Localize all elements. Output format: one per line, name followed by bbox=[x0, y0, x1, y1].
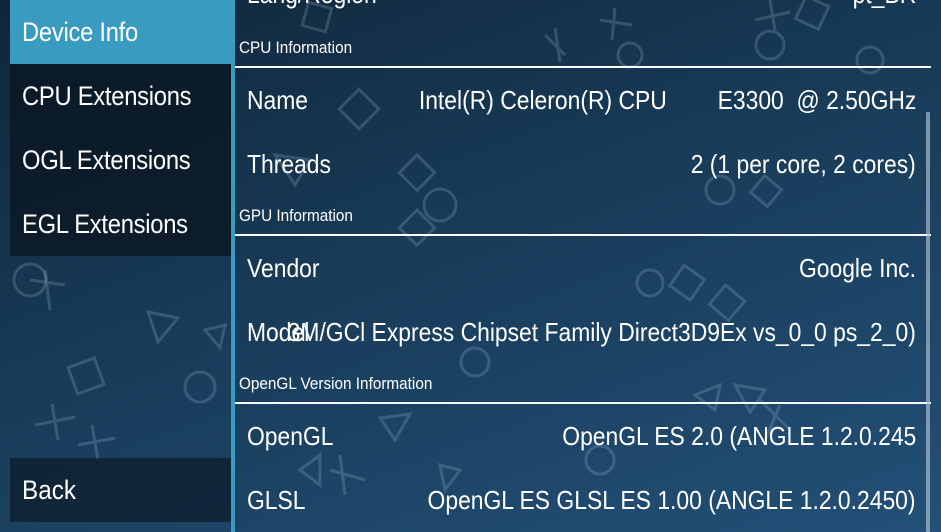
sidebar-item-label: OGL Extensions bbox=[22, 144, 191, 175]
info-row-cpu-name: Name Intel(R) Celeron(R) CPU E3300 @ 2.5… bbox=[235, 68, 916, 132]
row-label: Threads bbox=[247, 148, 331, 179]
back-button[interactable]: Back bbox=[10, 458, 231, 522]
row-label: Lang/Region bbox=[247, 0, 377, 10]
row-label: Vendor bbox=[247, 252, 320, 283]
section-header-gpu: GPU Information bbox=[239, 206, 353, 225]
row-value: 3M/GCl Express Chipset Family Direct3D9E… bbox=[287, 316, 916, 347]
info-row-vendor: Vendor Google Inc. bbox=[235, 236, 916, 300]
row-value: pt_BR bbox=[852, 0, 916, 10]
info-row-lang-region: Lang/Region pt_BR bbox=[235, 0, 916, 26]
info-row-glsl: GLSL OpenGL ES GLSL ES 1.00 (ANGLE 1.2.0… bbox=[235, 468, 916, 532]
device-info-list[interactable]: Lang/Region pt_BR CPU Information Name I… bbox=[235, 0, 931, 532]
back-button-label: Back bbox=[22, 474, 77, 505]
sidebar-item-ogl-extensions[interactable]: OGL Extensions bbox=[10, 128, 231, 192]
sidebar-item-cpu-extensions[interactable]: CPU Extensions bbox=[10, 64, 231, 128]
section-header-opengl: OpenGL Version Information bbox=[239, 374, 433, 393]
sidebar-item-label: EGL Extensions bbox=[22, 208, 188, 239]
info-row-model: Model 3M/GCl Express Chipset Family Dire… bbox=[235, 300, 916, 364]
row-label: Name bbox=[247, 84, 309, 115]
row-label: OpenGL bbox=[247, 420, 334, 451]
sidebar-item-device-info[interactable]: Device Info bbox=[10, 0, 231, 64]
sidebar-item-egl-extensions[interactable]: EGL Extensions bbox=[10, 192, 231, 256]
sidebar-item-label: Device Info bbox=[22, 16, 138, 47]
row-value: 2 (1 per core, 2 cores) bbox=[690, 148, 916, 179]
info-row-opengl: OpenGL OpenGL ES 2.0 (ANGLE 1.2.0.245 bbox=[235, 404, 916, 468]
row-value: OpenGL ES GLSL ES 1.00 (ANGLE 1.2.0.2450… bbox=[428, 484, 916, 515]
sidebar-menu: Device Info CPU Extensions OGL Extension… bbox=[10, 0, 231, 256]
row-value: Google Inc. bbox=[798, 252, 916, 283]
section-header-cpu: CPU Information bbox=[239, 38, 353, 57]
sidebar-item-label: CPU Extensions bbox=[22, 80, 192, 111]
row-value: OpenGL ES 2.0 (ANGLE 1.2.0.245 bbox=[561, 420, 916, 451]
scrollbar[interactable] bbox=[926, 112, 930, 532]
sidebar: Device Info CPU Extensions OGL Extension… bbox=[0, 0, 232, 532]
info-row-threads: Threads 2 (1 per core, 2 cores) bbox=[235, 132, 916, 196]
row-value: Intel(R) Celeron(R) CPU E3300 @ 2.50GHz bbox=[418, 84, 916, 115]
row-label: GLSL bbox=[247, 484, 306, 515]
